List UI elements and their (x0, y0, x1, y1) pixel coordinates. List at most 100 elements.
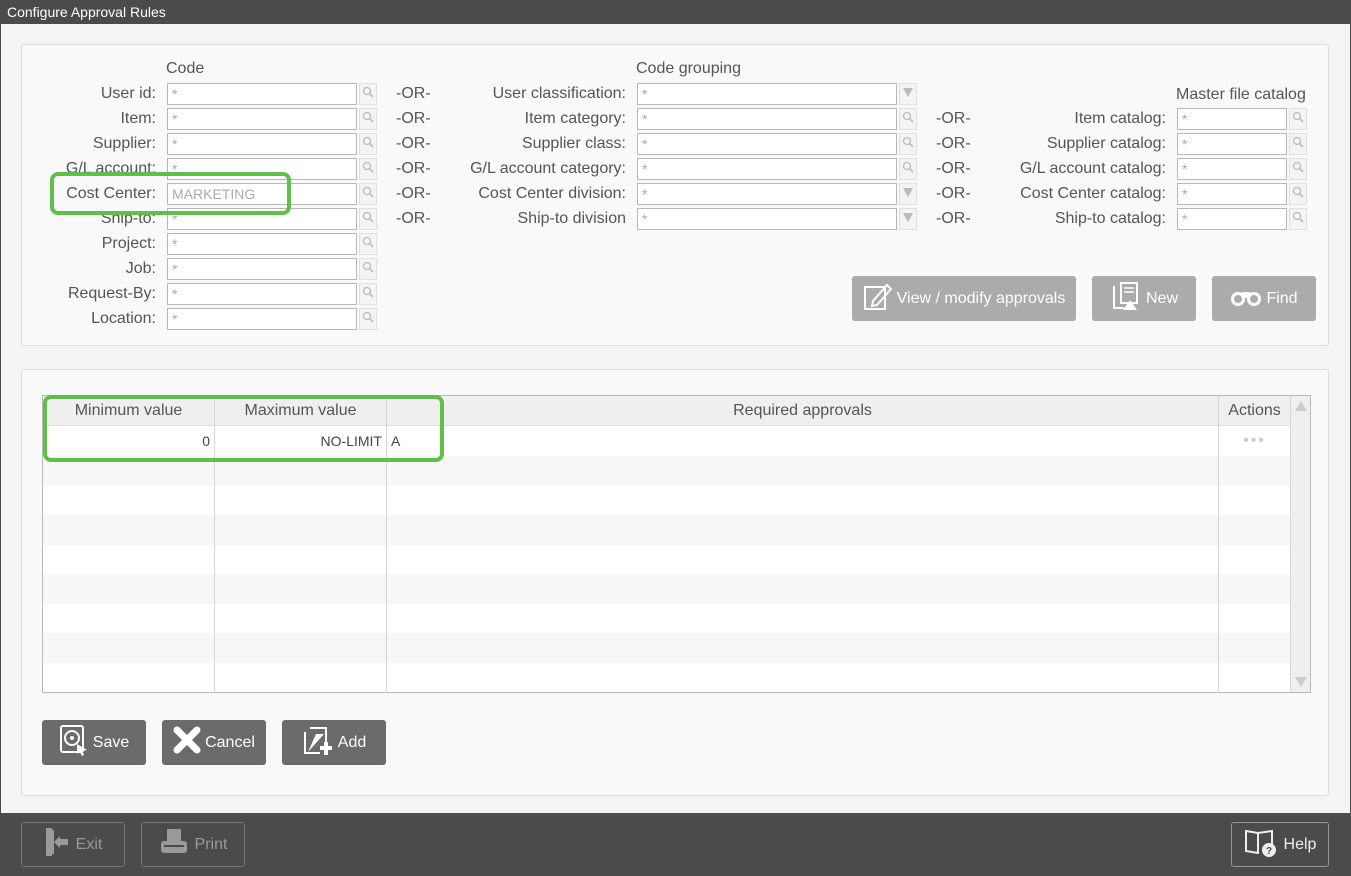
supplier-class-search-button[interactable] (899, 133, 917, 155)
view-modify-approvals-button[interactable]: View / modify approvals (852, 276, 1076, 321)
request-by-search-button[interactable] (359, 283, 377, 305)
minimum-value-cell: 0 (43, 426, 215, 456)
maximum-value-cell (215, 574, 387, 604)
request-by-input[interactable] (167, 283, 357, 305)
ship-to-division-dropdown-button[interactable] (899, 208, 917, 230)
search-icon (902, 160, 914, 178)
save-label: Save (92, 733, 130, 751)
location-search-button[interactable] (359, 308, 377, 330)
ship-to-search-button[interactable] (359, 208, 377, 230)
supplier-catalog-search-button[interactable] (1289, 133, 1307, 155)
required-approvals-cell (387, 544, 1219, 575)
ship-to-catalog-search-button[interactable] (1289, 208, 1307, 230)
cost-center-input[interactable] (167, 183, 357, 205)
g-l-account-category-search-button[interactable] (899, 158, 917, 180)
minimum-value-cell (43, 603, 215, 634)
job-input[interactable] (167, 258, 357, 280)
save-button[interactable]: Save (42, 720, 146, 765)
user-id-input[interactable] (167, 83, 357, 105)
table-row[interactable]: 0 NO-LIMIT A ••• (43, 426, 1290, 456)
column-header-actions: Actions (1228, 402, 1281, 419)
actions-menu-button (1219, 633, 1290, 663)
master-catalog-header: Master file catalog (1176, 86, 1306, 103)
help-book-icon: ? (1244, 827, 1278, 862)
item-catalog-input[interactable] (1177, 108, 1287, 130)
exit-button[interactable]: Exit (21, 822, 125, 867)
g-l-account-category-input[interactable] (637, 158, 897, 180)
maximum-value-cell (215, 455, 387, 486)
main-area: Code Code grouping Master file catalog U… (1, 24, 1350, 813)
minimum-value-cell (43, 574, 215, 604)
project-input[interactable] (167, 233, 357, 255)
add-button[interactable]: Add (282, 720, 386, 765)
required-approvals-cell (387, 455, 1219, 486)
g-l-account-catalog-input[interactable] (1177, 158, 1287, 180)
supplier-search-button[interactable] (359, 133, 377, 155)
item-catalog-search-button[interactable] (1289, 108, 1307, 130)
column-header-required-approvals[interactable]: Required approvals (387, 396, 1219, 426)
location-input[interactable] (167, 308, 357, 330)
approval-rules-table: Minimum value Maximum value Required app… (42, 395, 1311, 693)
cancel-x-icon (173, 726, 201, 759)
user-classification-input[interactable] (637, 83, 897, 105)
item-input[interactable] (167, 108, 357, 130)
find-label: Find (1266, 289, 1298, 307)
table-row (43, 603, 1290, 634)
search-icon (902, 135, 914, 153)
project-search-button[interactable] (359, 233, 377, 255)
new-button[interactable]: New (1092, 276, 1196, 321)
column-header-maximum-value[interactable]: Maximum value (215, 396, 387, 426)
or-separator: -OR- (396, 85, 431, 102)
cost-center-catalog-search-button[interactable] (1289, 183, 1307, 205)
g-l-account-label: G/L account: (65, 160, 156, 177)
ship-to-division-input[interactable] (637, 208, 897, 230)
cancel-button[interactable]: Cancel (162, 720, 266, 765)
print-label: Print (194, 835, 228, 853)
supplier-catalog-input[interactable] (1177, 133, 1287, 155)
actions-menu-button (1219, 574, 1290, 604)
item-label: Item: (120, 110, 156, 127)
project-label: Project: (101, 235, 156, 252)
table-header: Minimum value Maximum value Required app… (43, 396, 1290, 426)
add-label: Add (337, 733, 367, 751)
g-l-account-search-button[interactable] (359, 158, 377, 180)
column-header-minimum-value[interactable]: Minimum value (43, 396, 215, 426)
user-classification-dropdown-button[interactable] (899, 83, 917, 105)
required-approvals-cell (387, 485, 1219, 516)
g-l-account-catalog-search-button[interactable] (1289, 158, 1307, 180)
maximum-value-cell (215, 544, 387, 575)
g-l-account-input[interactable] (167, 158, 357, 180)
cost-center-search-button[interactable] (359, 183, 377, 205)
scroll-up-icon[interactable] (1294, 400, 1308, 412)
job-search-button[interactable] (359, 258, 377, 280)
actions-menu-button (1219, 663, 1290, 693)
user-id-search-button[interactable] (359, 83, 377, 105)
cost-center-catalog-input[interactable] (1177, 183, 1287, 205)
item-search-button[interactable] (359, 108, 377, 130)
item-category-input[interactable] (637, 108, 897, 130)
ship-to-input[interactable] (167, 208, 357, 230)
find-button[interactable]: Find (1212, 276, 1316, 321)
user-classification-label: User classification: (492, 85, 626, 102)
supplier-class-label: Supplier class: (521, 135, 626, 152)
maximum-value-cell (215, 485, 387, 516)
actions-menu-button[interactable]: ••• (1219, 426, 1290, 456)
table-row (43, 485, 1290, 516)
search-icon (362, 160, 374, 178)
supplier-input[interactable] (167, 133, 357, 155)
chevron-down-icon (902, 185, 914, 203)
print-button[interactable]: Print (141, 822, 245, 867)
scroll-down-icon[interactable] (1294, 676, 1308, 688)
required-approvals-cell (387, 662, 1219, 693)
search-icon (362, 110, 374, 128)
required-approvals-cell (387, 514, 1219, 545)
table-scrollbar[interactable] (1290, 396, 1310, 692)
ship-to-catalog-input[interactable] (1177, 208, 1287, 230)
cost-center-division-input[interactable] (637, 183, 897, 205)
item-category-search-button[interactable] (899, 108, 917, 130)
help-button[interactable]: ? Help (1231, 822, 1329, 867)
user-id-label: User id: (100, 85, 156, 102)
or-separator: -OR- (936, 160, 971, 177)
supplier-class-input[interactable] (637, 133, 897, 155)
cost-center-division-dropdown-button[interactable] (899, 183, 917, 205)
